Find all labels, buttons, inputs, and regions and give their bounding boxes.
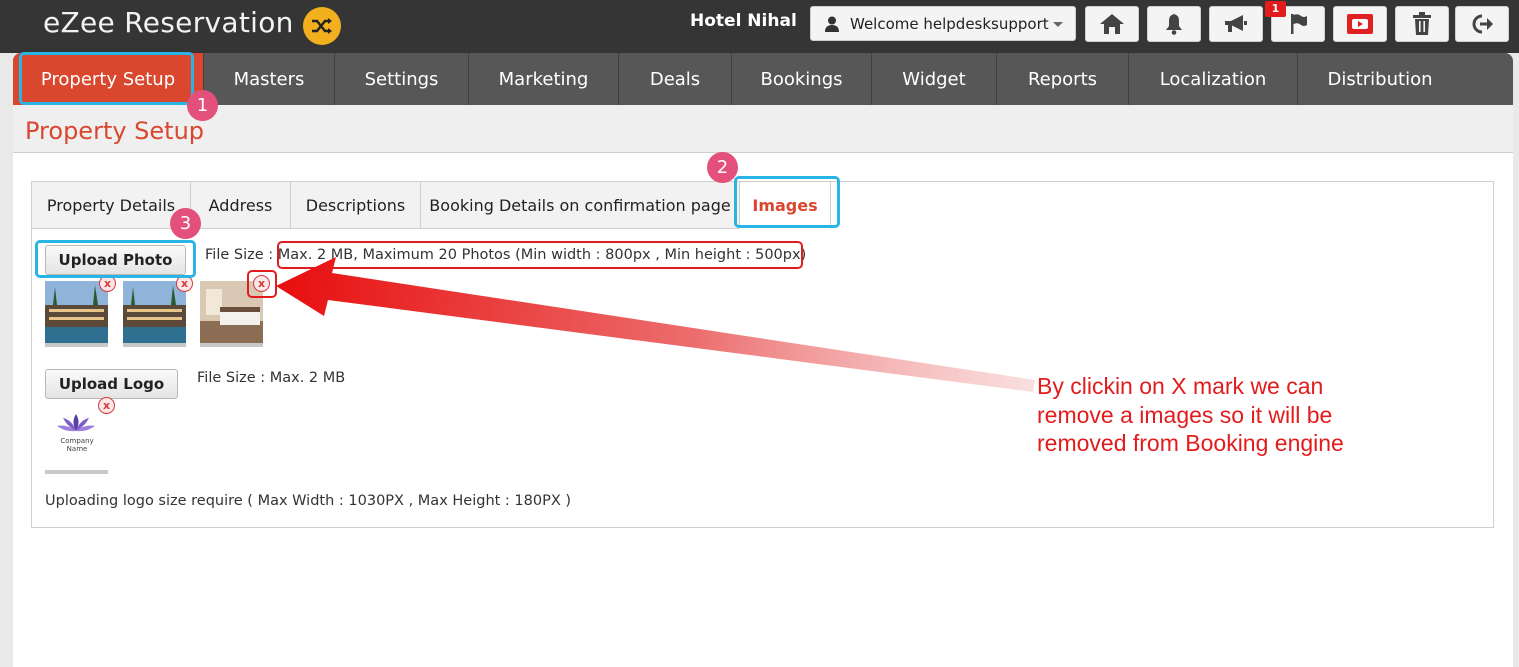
step-marker-1: 1 <box>187 90 218 121</box>
chevron-down-icon <box>1053 22 1063 27</box>
tab-property-details[interactable]: Property Details <box>31 181 191 229</box>
nav-deals[interactable]: Deals <box>619 53 732 105</box>
page-header <box>13 105 1513 153</box>
tab-booking-details[interactable]: Booking Details on confirmation page <box>420 181 740 229</box>
upload-logo-button[interactable]: Upload Logo <box>45 369 178 399</box>
home-icon[interactable] <box>1085 6 1139 42</box>
trash-icon[interactable] <box>1395 6 1449 42</box>
logo-filesize-text: File Size : Max. 2 MB <box>197 370 346 386</box>
user-menu[interactable]: Welcome helpdesksupport <box>810 6 1076 41</box>
logo-size-note: Uploading logo size require ( Max Width … <box>45 493 572 509</box>
photo-filesize-prefix: File Size : <box>205 247 278 263</box>
bell-icon[interactable] <box>1147 6 1201 42</box>
megaphone-icon[interactable] <box>1209 6 1263 42</box>
logout-icon[interactable] <box>1455 6 1509 42</box>
highlight-property-setup <box>19 52 194 105</box>
logo-thumbnail: Company Name <box>45 404 108 474</box>
main-nav: Property Setup Masters Settings Marketin… <box>13 53 1513 105</box>
tab-descriptions[interactable]: Descriptions <box>290 181 421 229</box>
annotation-note: By clickin on X mark we can remove a ima… <box>1037 373 1344 456</box>
shuffle-icon[interactable] <box>303 7 341 45</box>
remove-logo-icon[interactable]: x <box>98 397 115 414</box>
page-title: Property Setup <box>25 117 205 145</box>
highlight-images-tab <box>734 176 840 228</box>
highlight-upload-photo <box>35 240 196 278</box>
highlight-filesize <box>277 241 803 269</box>
notification-badge: 1 <box>1265 1 1286 17</box>
tab-bar: Property Details Address Descriptions Bo… <box>31 181 831 229</box>
nav-distribution[interactable]: Distribution <box>1298 53 1462 105</box>
tab-content <box>31 181 1494 528</box>
nav-marketing[interactable]: Marketing <box>469 53 619 105</box>
step-marker-3: 3 <box>170 208 201 239</box>
app-title: eZee Reservation <box>43 6 294 39</box>
top-bar: eZee Reservation Hotel Nihal Welcome hel… <box>0 0 1519 53</box>
nav-masters[interactable]: Masters <box>204 53 335 105</box>
nav-settings[interactable]: Settings <box>335 53 469 105</box>
nav-bookings[interactable]: Bookings <box>732 53 872 105</box>
nav-reports[interactable]: Reports <box>997 53 1129 105</box>
photo-thumbnail <box>123 281 186 347</box>
nav-widget[interactable]: Widget <box>872 53 997 105</box>
photo-thumbnail <box>45 281 108 347</box>
highlight-remove-mark <box>247 270 277 298</box>
welcome-text: Welcome helpdesksupport <box>850 14 1049 33</box>
tab-address[interactable]: Address <box>190 181 291 229</box>
youtube-icon[interactable] <box>1333 6 1387 42</box>
nav-localization[interactable]: Localization <box>1129 53 1298 105</box>
step-marker-2: 2 <box>707 152 738 183</box>
hotel-name: Hotel Nihal <box>690 11 797 31</box>
user-icon <box>825 16 839 32</box>
logo-company-text: Company Name <box>60 437 94 453</box>
